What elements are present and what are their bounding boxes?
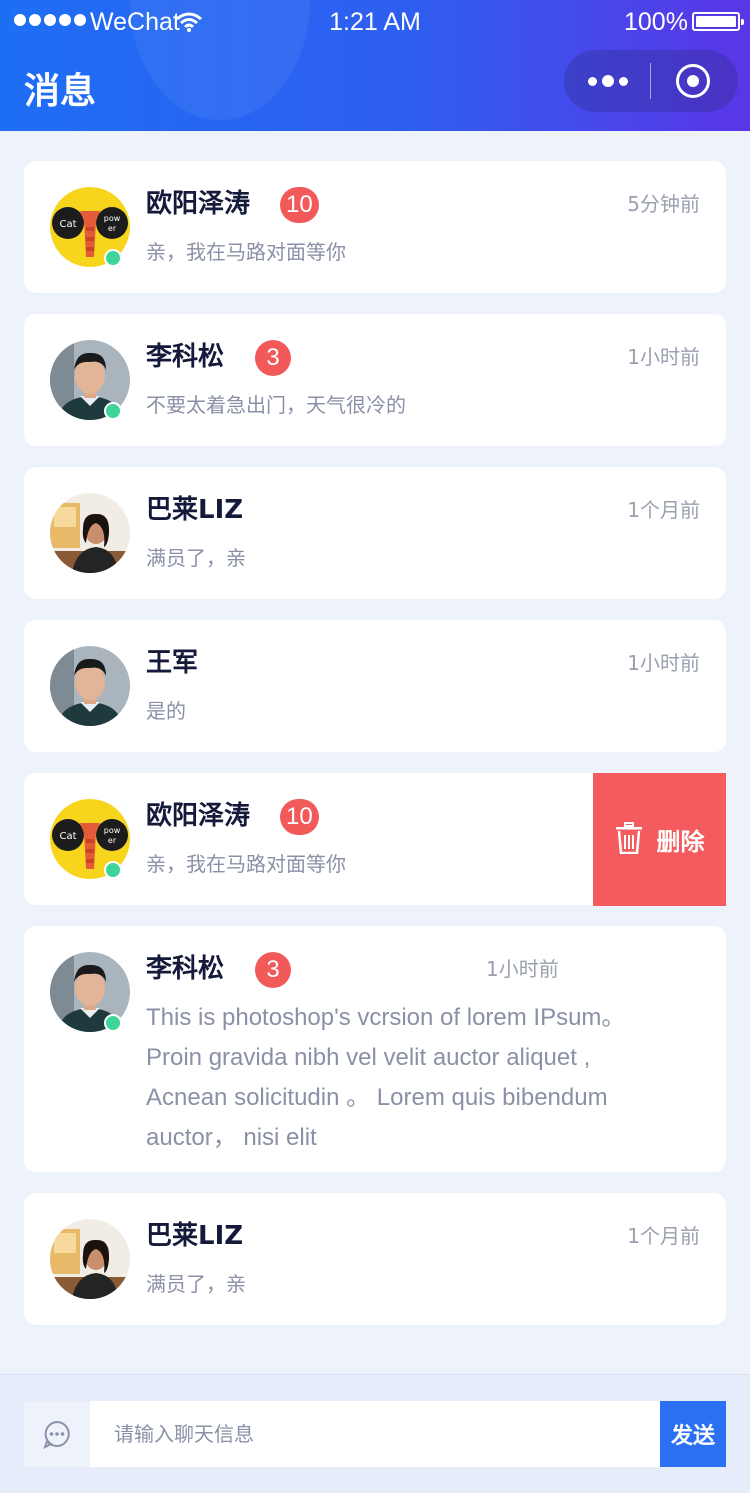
mini-program-capsule (564, 50, 738, 112)
unread-badge: 3 (255, 340, 291, 376)
online-indicator (104, 1014, 122, 1032)
conversation-item[interactable]: 巴莱LIZ 1个月前 满员了，亲 (24, 1193, 726, 1325)
message-preview: 满员了，亲 (146, 546, 246, 570)
battery-percent: 100% (624, 8, 688, 36)
contact-name: 欧阳泽涛 (146, 189, 251, 219)
page-title: 消息 (24, 71, 97, 112)
trash-icon (615, 821, 643, 858)
conversation-item-swiped[interactable]: 欧阳泽涛 10 亲，我在马路对面等你 (24, 773, 594, 905)
unread-badge: 3 (255, 952, 291, 988)
app-header: WeChat 1:21 AM 100% 消息 (0, 0, 750, 131)
message-time: 5分钟前 (627, 192, 700, 216)
conversation-item[interactable]: 李科松 3 1小时前 不要太着急出门，天气很冷的 (24, 314, 726, 446)
contact-name: 巴莱LIZ (146, 495, 244, 525)
more-icon[interactable] (588, 50, 628, 112)
message-preview: 是的 (146, 699, 186, 723)
delete-button[interactable]: 删除 (593, 773, 726, 906)
online-indicator (104, 402, 122, 420)
chat-bubble-icon[interactable] (24, 1401, 90, 1467)
conversation-item[interactable]: 巴莱LIZ 1个月前 满员了，亲 (24, 467, 726, 599)
chat-input-bar: 发送 (0, 1374, 750, 1493)
message-time: 1个月前 (627, 1224, 700, 1248)
contact-name: 李科松 (146, 954, 225, 984)
target-icon[interactable] (676, 64, 710, 98)
status-bar: WeChat 1:21 AM 100% (0, 0, 750, 42)
message-time: 1个月前 (627, 498, 700, 522)
unread-badge: 10 (280, 799, 319, 835)
contact-name: 欧阳泽涛 (146, 801, 251, 831)
online-indicator (104, 861, 122, 879)
message-time: 1小时前 (627, 651, 700, 675)
conversation-item[interactable]: 欧阳泽涛 10 5分钟前 亲，我在马路对面等你 (24, 161, 726, 293)
conversation-item[interactable]: 李科松 3 1小时前 This is photoshop's vcrsion o… (24, 926, 726, 1172)
send-button[interactable]: 发送 (660, 1401, 726, 1467)
message-preview: 亲，我在马路对面等你 (146, 852, 346, 876)
message-preview: 满员了，亲 (146, 1272, 246, 1296)
avatar (50, 646, 130, 726)
unread-badge: 10 (280, 187, 319, 223)
contact-name: 李科松 (146, 342, 225, 372)
avatar (50, 1219, 130, 1299)
message-time: 1小时前 (627, 345, 700, 369)
message-preview: This is photoshop's vcrsion of lorem IPs… (146, 1004, 626, 1151)
avatar (50, 493, 130, 573)
contact-name: 王军 (146, 648, 199, 678)
battery-icon (692, 12, 744, 31)
conversation-item[interactable]: 王军 1小时前 是的 (24, 620, 726, 752)
online-indicator (104, 249, 122, 267)
delete-label: 删除 (656, 828, 705, 856)
message-preview: 亲，我在马路对面等你 (146, 240, 346, 264)
message-preview: 不要太着急出门，天气很冷的 (146, 393, 406, 417)
message-time: 1小时前 (486, 957, 559, 981)
capsule-divider (650, 63, 651, 99)
chat-message-input[interactable] (90, 1401, 660, 1467)
contact-name: 巴莱LIZ (146, 1221, 244, 1251)
